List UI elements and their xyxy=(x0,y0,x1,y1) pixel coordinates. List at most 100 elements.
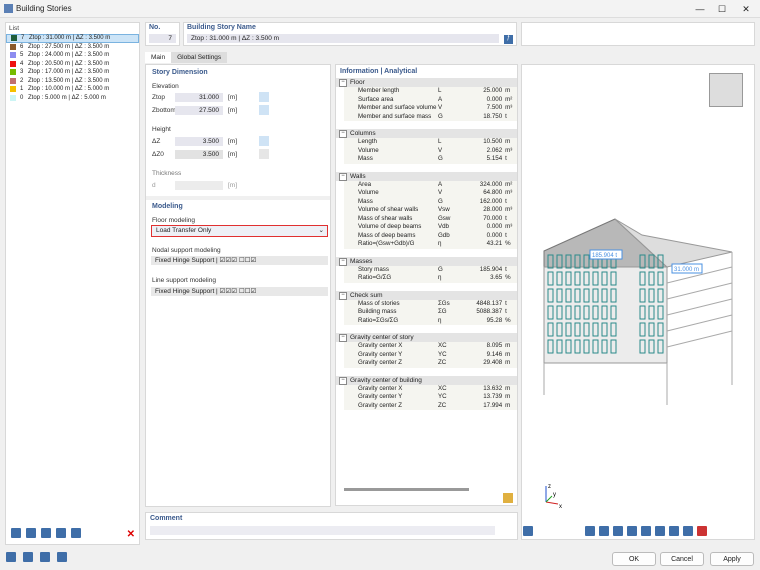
copy-story-icon[interactable] xyxy=(26,528,36,538)
units-icon[interactable] xyxy=(23,552,33,562)
row-value: 8.095 xyxy=(486,342,503,349)
info-row: Member and surface mass G 18.750 t xyxy=(344,112,517,121)
section-header[interactable]: Gravity center of story xyxy=(336,333,517,342)
svg-text:y: y xyxy=(553,492,556,498)
edit-name-icon[interactable]: ƒ xyxy=(504,35,513,44)
3d-view[interactable]: 185.904 t 31.000 m zyx xyxy=(521,64,755,540)
nodal-support-label: Nodal support modeling xyxy=(152,247,221,254)
story-number: 6 xyxy=(20,43,24,50)
row-unit: m xyxy=(505,359,511,366)
section-header[interactable]: Gravity center of building xyxy=(336,375,517,385)
list-item[interactable]: 2 Ztop : 13.500 m | ΔZ : 3.500 m xyxy=(6,77,139,86)
tab-main[interactable]: Main xyxy=(145,52,172,63)
pick-dz-icon[interactable] xyxy=(259,136,269,146)
list-item[interactable]: 7 Ztop : 31.000 m | ΔZ : 3.500 m xyxy=(6,34,139,43)
view-x-icon[interactable] xyxy=(599,526,609,536)
view-cube-icon[interactable] xyxy=(709,73,743,107)
row-label: Gravity center X xyxy=(358,342,403,349)
tab-global-settings[interactable]: Global Settings xyxy=(171,52,228,63)
ztop-unit: [m] xyxy=(228,94,238,101)
list-item[interactable]: 1 Ztop : 10.000 m | ΔZ : 5.000 m xyxy=(6,85,139,94)
row-unit: m³ xyxy=(505,146,513,154)
window-title: Building Stories xyxy=(16,4,72,13)
row-label: Surface area xyxy=(358,95,394,103)
story-text: Ztop : 31.000 m | ΔZ : 3.500 m xyxy=(29,35,111,41)
maximize-button[interactable]: ☐ xyxy=(712,2,732,16)
section-header[interactable]: Masses xyxy=(336,256,517,266)
list-item[interactable]: 3 Ztop : 17.000 m | ΔZ : 3.500 m xyxy=(6,68,139,77)
list-item[interactable]: 4 Ztop : 20.500 m | ΔZ : 3.500 m xyxy=(6,60,139,69)
cancel-button[interactable]: Cancel xyxy=(660,552,704,566)
render-icon[interactable] xyxy=(655,526,665,536)
section-header[interactable]: Walls xyxy=(336,171,517,181)
apply-button[interactable]: Apply xyxy=(710,552,754,566)
list-item[interactable]: 6 Ztop : 27.500 m | ΔZ : 3.500 m xyxy=(6,43,139,52)
export-icon[interactable] xyxy=(71,528,81,538)
pick-zbottom-icon[interactable] xyxy=(259,105,269,115)
sort-icon[interactable] xyxy=(41,528,51,538)
line-support-field[interactable]: Fixed Hinge Support | ☑☑☑ ☐☐☑ xyxy=(151,287,328,296)
table-icon[interactable] xyxy=(40,552,50,562)
pick-ztop-icon[interactable] xyxy=(259,92,269,102)
color-swatch xyxy=(11,35,17,42)
minimize-button[interactable]: — xyxy=(690,2,710,16)
name-field[interactable]: Ztop : 31.000 m | ΔZ : 3.500 m xyxy=(187,34,499,43)
close-button[interactable]: ✕ xyxy=(736,2,756,16)
row-label: Volume of deep beams xyxy=(358,223,422,230)
info-row: Surface area A 0.000 m² xyxy=(344,95,517,104)
floor-modeling-select[interactable]: Load Transfer Only ⌄ xyxy=(151,225,328,237)
section-header[interactable]: Floor xyxy=(336,78,517,87)
view-z-icon[interactable] xyxy=(627,526,637,536)
nodal-support-field[interactable]: Fixed Hinge Support | ☑☑☑ ☐☐☑ xyxy=(151,256,328,265)
row-value: 64.800 xyxy=(483,189,503,196)
row-unit: m² xyxy=(505,95,513,103)
export-info-icon[interactable] xyxy=(503,493,513,503)
row-label: Member length xyxy=(358,87,400,94)
visibility-icon[interactable] xyxy=(669,526,679,536)
zbottom-input[interactable]: 27.500 xyxy=(175,106,223,115)
ok-button[interactable]: OK xyxy=(612,552,656,566)
row-value: 10.500 xyxy=(483,138,503,145)
iso-view-icon[interactable] xyxy=(641,526,651,536)
delete-icon[interactable]: ✕ xyxy=(127,529,135,540)
list-item[interactable]: 0 Ztop : 5.000 m | ΔZ : 5.000 m xyxy=(6,94,139,103)
info-row: Mass G 162.000 t xyxy=(344,197,517,206)
row-symbol: ΣGs xyxy=(437,299,450,307)
info-row: Area A 324.000 m² xyxy=(344,180,517,189)
row-unit: m xyxy=(505,350,511,358)
import-icon[interactable] xyxy=(56,528,66,538)
row-unit: m xyxy=(505,393,511,400)
list-item[interactable]: 5 Ztop : 24.000 m | ΔZ : 3.500 m xyxy=(6,51,139,60)
dz0-input[interactable]: 3.500 xyxy=(175,150,223,159)
new-story-icon[interactable] xyxy=(11,528,21,538)
horizontal-scrollbar[interactable] xyxy=(344,488,469,491)
row-symbol: η xyxy=(437,316,442,324)
view-y-icon[interactable] xyxy=(613,526,623,536)
d-input[interactable] xyxy=(175,181,223,190)
row-label: Gravity center X xyxy=(358,384,403,392)
number-label: No. xyxy=(149,24,161,31)
number-field[interactable]: 7 xyxy=(149,34,176,43)
empty-box xyxy=(521,22,755,46)
row-label: Member and surface volume xyxy=(358,104,437,111)
dz-input[interactable]: 3.500 xyxy=(175,137,223,146)
info-panel: Information | Analytical FloorMember len… xyxy=(335,64,518,506)
svg-text:z: z xyxy=(548,484,551,490)
row-unit: t xyxy=(505,197,507,205)
reset-icon[interactable] xyxy=(697,526,707,536)
section-header[interactable]: Check sum xyxy=(336,290,517,300)
ztop-input[interactable]: 31.000 xyxy=(175,93,223,102)
print-icon[interactable] xyxy=(683,526,693,536)
color-swatch xyxy=(10,43,16,50)
function-icon[interactable] xyxy=(57,552,67,562)
row-symbol: L xyxy=(437,138,442,145)
search-icon[interactable] xyxy=(6,552,16,562)
dz0-unit: [m] xyxy=(228,151,238,158)
view-settings-icon[interactable] xyxy=(523,526,533,536)
display-icon[interactable] xyxy=(585,526,595,536)
row-label: Member and surface mass xyxy=(358,112,432,120)
pick-dz0-icon[interactable] xyxy=(259,149,269,159)
section-header[interactable]: Columns xyxy=(336,129,517,138)
row-label: Gravity center Z xyxy=(358,359,403,366)
comment-input[interactable] xyxy=(150,526,495,535)
